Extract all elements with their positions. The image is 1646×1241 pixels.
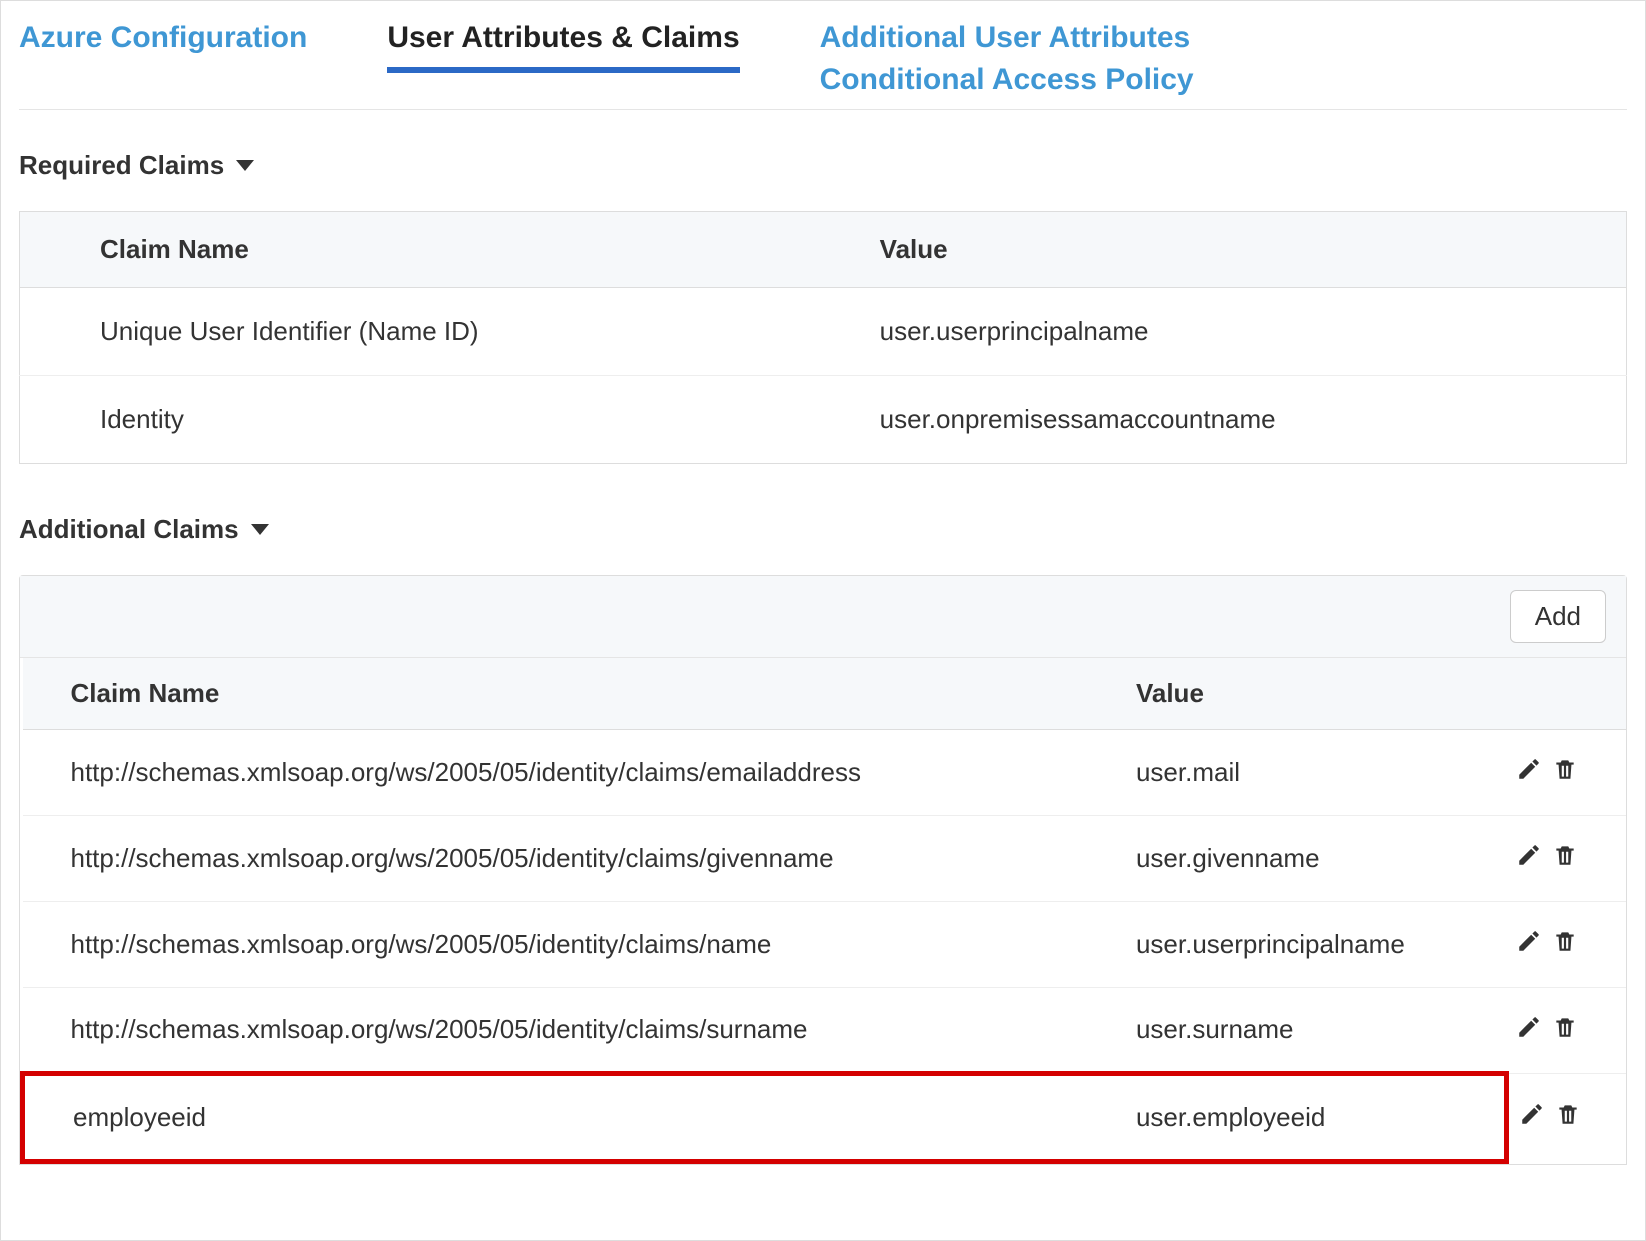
required-claims-header[interactable]: Required Claims bbox=[19, 150, 1627, 181]
claim-value-cell: user.employeeid bbox=[1088, 1074, 1506, 1162]
claim-name-cell: http://schemas.xmlsoap.org/ws/2005/05/id… bbox=[23, 816, 1088, 902]
caret-down-icon bbox=[251, 524, 269, 535]
tab-label-line1: Additional User Attributes bbox=[820, 17, 1194, 59]
additional-claims-table: Claim Name Value http://schemas.xmlsoap.… bbox=[20, 658, 1626, 1164]
edit-icon[interactable] bbox=[1519, 1101, 1545, 1127]
tab-azure-configuration[interactable]: Azure Configuration bbox=[19, 11, 307, 67]
actions-cell bbox=[1506, 816, 1626, 902]
caret-down-icon bbox=[236, 160, 254, 171]
claim-name-cell: http://schemas.xmlsoap.org/ws/2005/05/id… bbox=[23, 988, 1088, 1074]
add-button[interactable]: Add bbox=[1510, 590, 1606, 643]
column-value: Value bbox=[870, 212, 1627, 288]
claim-name-cell: Identity bbox=[20, 376, 870, 464]
actions-cell bbox=[1506, 988, 1626, 1074]
delete-icon[interactable] bbox=[1552, 928, 1578, 954]
column-claim-name: Claim Name bbox=[20, 212, 870, 288]
edit-icon[interactable] bbox=[1516, 842, 1542, 868]
edit-icon[interactable] bbox=[1516, 756, 1542, 782]
actions-cell bbox=[1506, 1074, 1626, 1162]
claim-name-cell: http://schemas.xmlsoap.org/ws/2005/05/id… bbox=[23, 902, 1088, 988]
add-bar: Add bbox=[20, 576, 1626, 658]
actions-cell bbox=[1506, 730, 1626, 816]
edit-icon[interactable] bbox=[1516, 928, 1542, 954]
table-row: Unique User Identifier (Name ID)user.use… bbox=[20, 288, 1627, 376]
delete-icon[interactable] bbox=[1552, 756, 1578, 782]
table-row: http://schemas.xmlsoap.org/ws/2005/05/id… bbox=[23, 730, 1627, 816]
additional-claims-panel: Add Claim Name Value http://schemas.xmls… bbox=[19, 575, 1627, 1165]
additional-claims-label: Additional Claims bbox=[19, 514, 239, 545]
actions-cell bbox=[1506, 902, 1626, 988]
table-row: Identityuser.onpremisessamaccountname bbox=[20, 376, 1627, 464]
claim-value-cell: user.onpremisessamaccountname bbox=[870, 376, 1627, 464]
claim-name-cell: http://schemas.xmlsoap.org/ws/2005/05/id… bbox=[23, 730, 1088, 816]
claim-value-cell: user.userprincipalname bbox=[870, 288, 1627, 376]
column-value: Value bbox=[1088, 658, 1506, 730]
tab-user-attributes-claims[interactable]: User Attributes & Claims bbox=[387, 11, 739, 73]
table-row: employeeiduser.employeeid bbox=[23, 1074, 1627, 1162]
delete-icon[interactable] bbox=[1552, 842, 1578, 868]
tab-additional-attributes-policy[interactable]: Additional User Attributes Conditional A… bbox=[820, 11, 1194, 109]
additional-claims-header[interactable]: Additional Claims bbox=[19, 514, 1627, 545]
table-row: http://schemas.xmlsoap.org/ws/2005/05/id… bbox=[23, 902, 1627, 988]
delete-icon[interactable] bbox=[1555, 1101, 1581, 1127]
table-row: http://schemas.xmlsoap.org/ws/2005/05/id… bbox=[23, 816, 1627, 902]
claim-value-cell: user.givenname bbox=[1088, 816, 1506, 902]
tab-label-line2: Conditional Access Policy bbox=[820, 59, 1194, 101]
claim-name-cell: employeeid bbox=[23, 1074, 1088, 1162]
claim-name-cell: Unique User Identifier (Name ID) bbox=[20, 288, 870, 376]
claim-value-cell: user.mail bbox=[1088, 730, 1506, 816]
edit-icon[interactable] bbox=[1516, 1014, 1542, 1040]
tab-bar: Azure Configuration User Attributes & Cl… bbox=[19, 11, 1627, 110]
claim-value-cell: user.surname bbox=[1088, 988, 1506, 1074]
required-claims-table: Claim Name Value Unique User Identifier … bbox=[19, 211, 1627, 464]
column-claim-name: Claim Name bbox=[23, 658, 1088, 730]
table-row: http://schemas.xmlsoap.org/ws/2005/05/id… bbox=[23, 988, 1627, 1074]
delete-icon[interactable] bbox=[1552, 1014, 1578, 1040]
column-actions bbox=[1506, 658, 1626, 730]
claim-value-cell: user.userprincipalname bbox=[1088, 902, 1506, 988]
required-claims-label: Required Claims bbox=[19, 150, 224, 181]
